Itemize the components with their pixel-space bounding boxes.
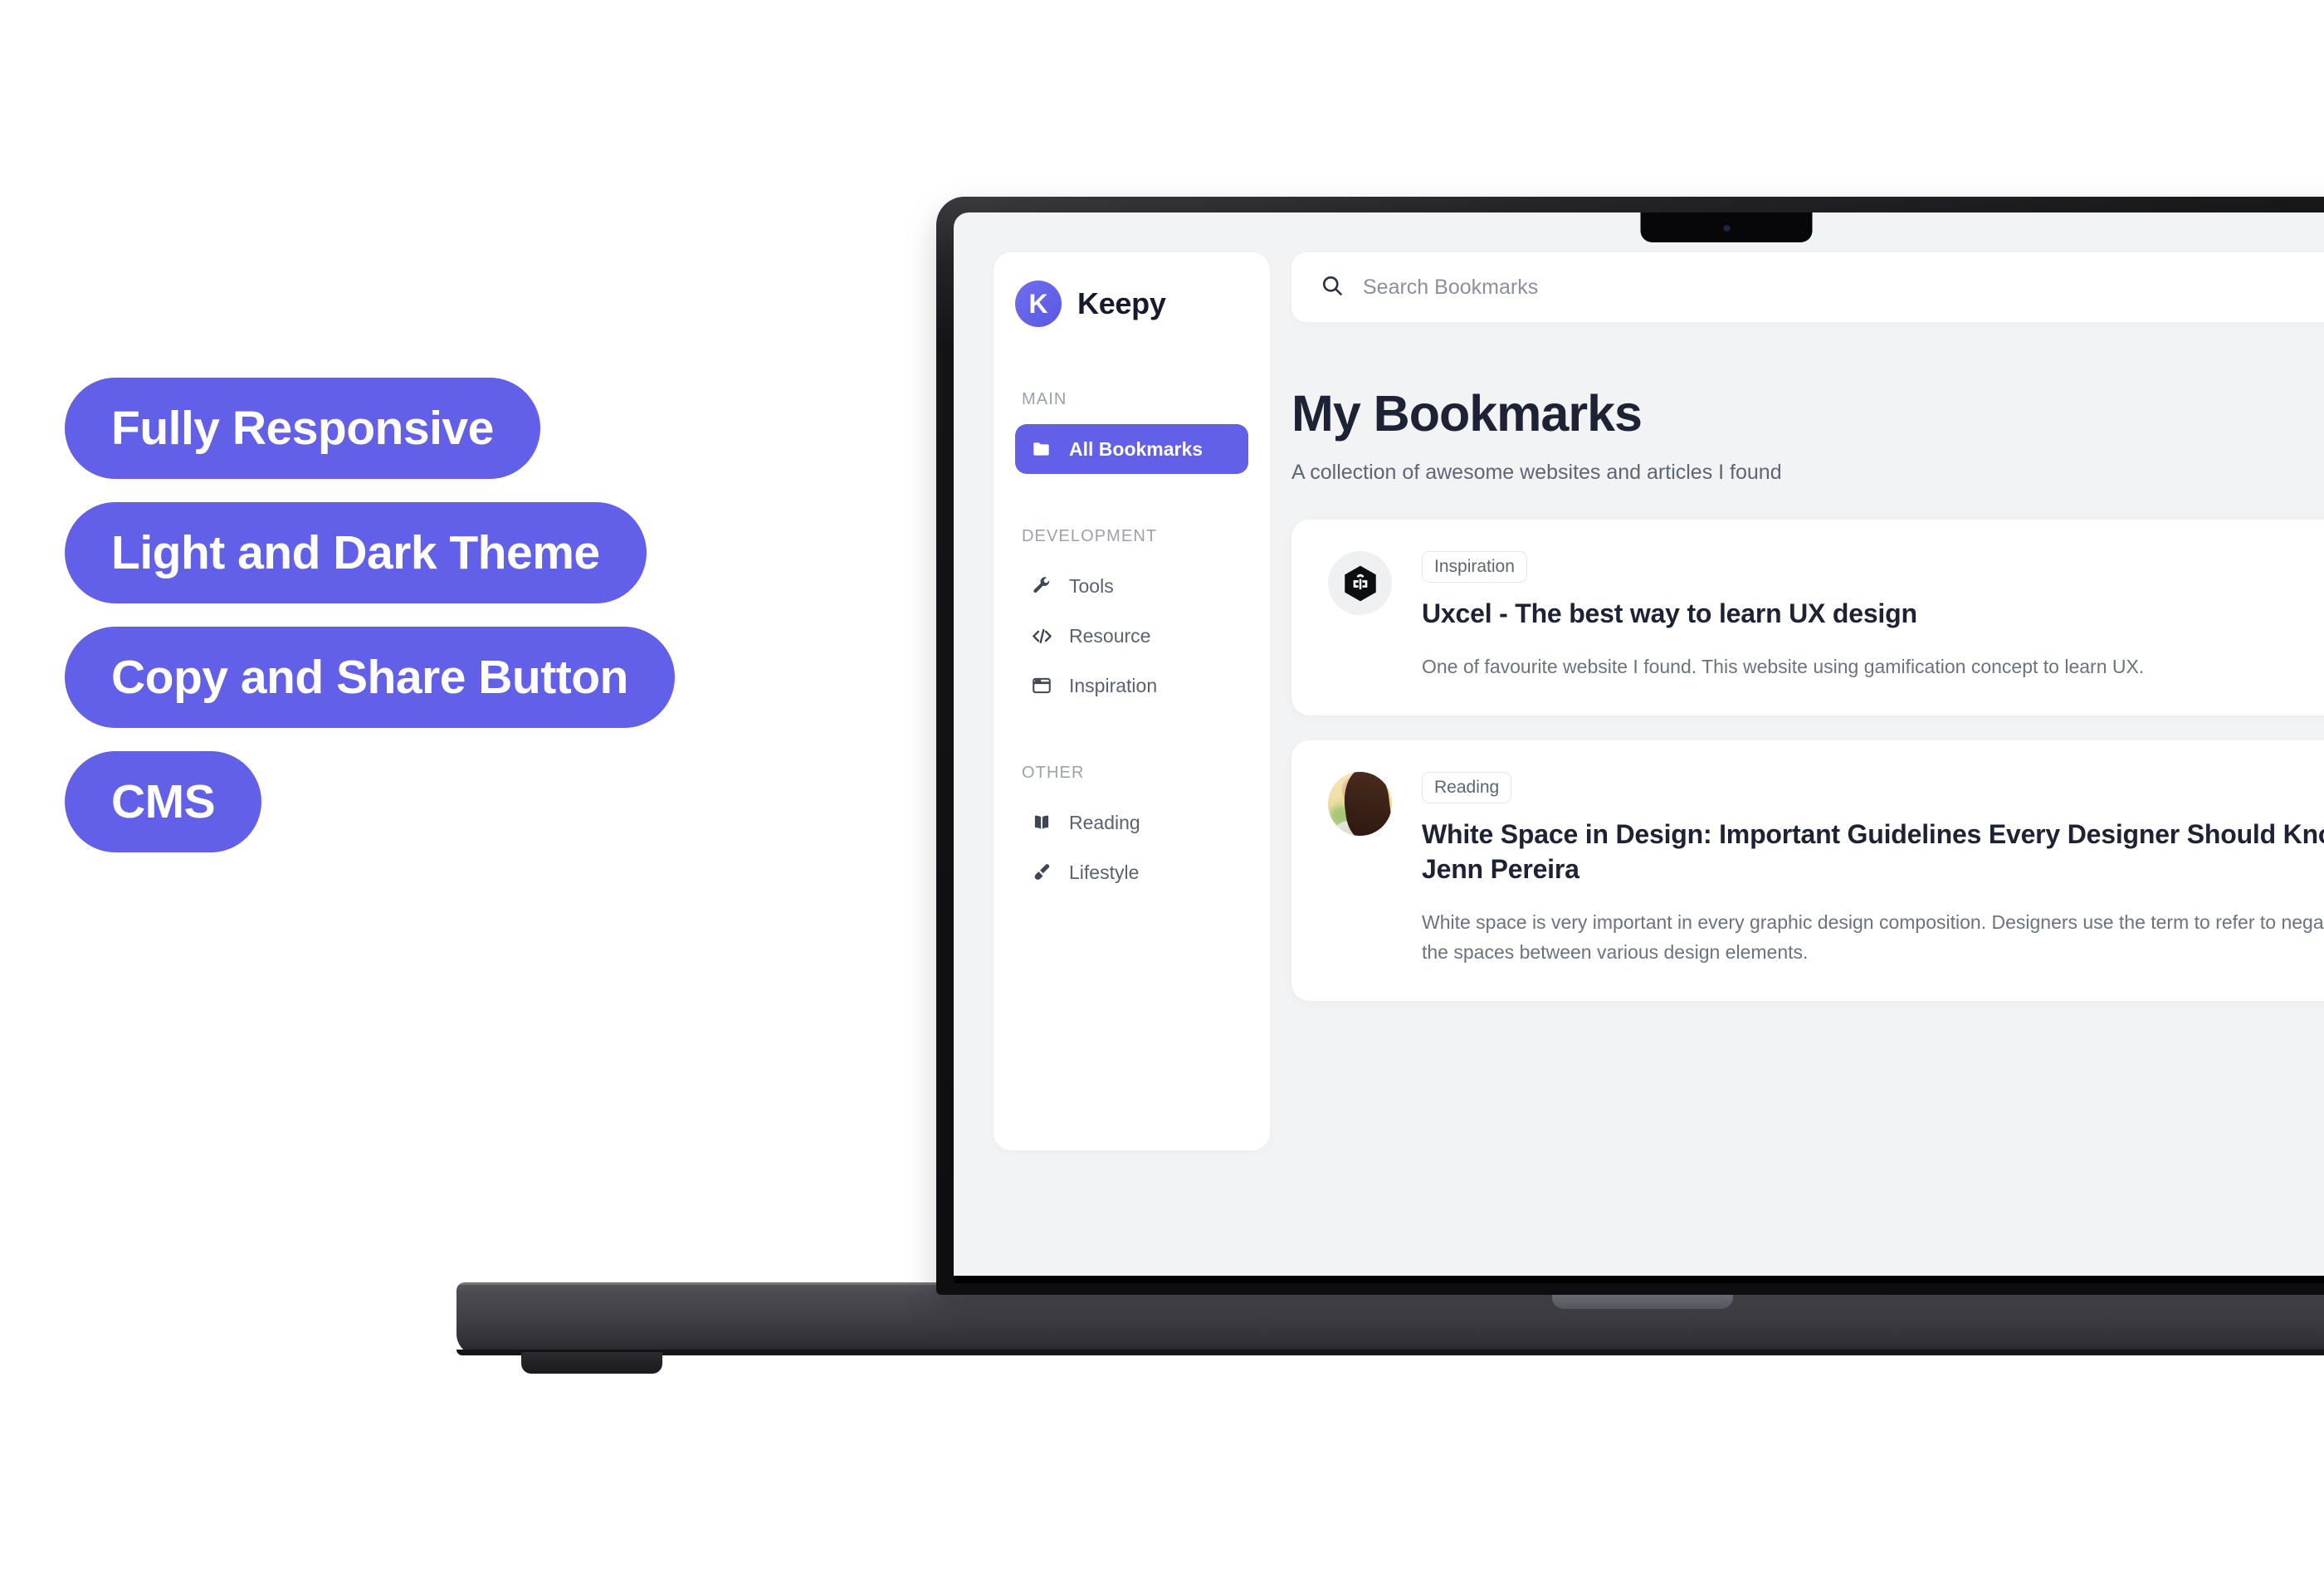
sidebar-item-lifestyle[interactable]: Lifestyle <box>1015 847 1248 897</box>
feature-pill: CMS <box>65 751 262 852</box>
nav-group-other: OTHER Reading Lifestyle <box>1015 764 1248 897</box>
bookmark-card-body: Reading White Space in Design: Important… <box>1422 771 2324 968</box>
nav-group-main: MAIN All Bookmarks <box>1015 390 1248 474</box>
bookmark-card-row: Inspiration Uxcel - The best way to lear… <box>1328 551 2324 682</box>
paintbrush-icon <box>1030 861 1053 884</box>
brand-name: Keepy <box>1077 286 1166 320</box>
search-bar[interactable]: Search Bookmarks <box>1291 252 2324 322</box>
wrench-icon <box>1030 574 1053 598</box>
nav-group-label: OTHER <box>1022 764 1085 782</box>
sidebar-item-all-bookmarks[interactable]: All Bookmarks <box>1015 424 1248 474</box>
sidebar-item-label: Reading <box>1069 811 1140 833</box>
feature-pill: Copy and Share Button <box>65 627 675 728</box>
author-avatar <box>1328 771 1392 836</box>
sidebar-item-label: Lifestyle <box>1069 861 1140 883</box>
keepy-app: K Keepy MAIN All Bookmarks DEVELOPMENT T… <box>954 212 2324 1276</box>
main-content: Search Bookmarks My Bookmarks A collecti… <box>1291 252 2324 1276</box>
feature-pill-list: Fully Responsive Light and Dark Theme Co… <box>65 378 675 852</box>
sidebar-item-label: Inspiration <box>1069 674 1158 696</box>
browser-window-icon <box>1030 674 1053 697</box>
avatar-photo-icon <box>1328 771 1392 836</box>
keepy-logo-icon: K <box>1015 281 1062 327</box>
open-book-icon <box>1030 811 1053 834</box>
nav-group-development: DEVELOPMENT Tools Resource Inspiration <box>1015 527 1248 710</box>
laptop-screen: K Keepy MAIN All Bookmarks DEVELOPMENT T… <box>954 212 2324 1276</box>
page-subtitle: A collection of awesome websites and art… <box>1291 461 1782 484</box>
laptop-bezel: K Keepy MAIN All Bookmarks DEVELOPMENT T… <box>954 212 2324 1283</box>
sidebar-item-label: All Bookmarks <box>1069 437 1204 460</box>
webcam-notch <box>1640 212 1813 242</box>
bookmark-card[interactable]: Reading White Space in Design: Important… <box>1291 740 2324 1001</box>
bookmark-description: White space is very important in every g… <box>1422 911 2324 963</box>
bookmark-tag: Reading <box>1422 771 1512 803</box>
sidebar-item-resource[interactable]: Resource <box>1015 611 1248 661</box>
feature-pill: Light and Dark Theme <box>65 502 647 603</box>
bookmark-card[interactable]: Inspiration Uxcel - The best way to lear… <box>1291 520 2324 715</box>
laptop-mockup: K Keepy MAIN All Bookmarks DEVELOPMENT T… <box>456 197 2324 1375</box>
code-icon <box>1030 624 1053 647</box>
bookmark-title[interactable]: White Space in Design: Important Guideli… <box>1422 817 2324 886</box>
bookmark-title[interactable]: Uxcel - The best way to learn UX design <box>1422 596 2324 631</box>
feature-pill: Fully Responsive <box>65 378 540 479</box>
nav-group-label: MAIN <box>1022 390 1067 408</box>
sidebar-item-reading[interactable]: Reading <box>1015 798 1248 847</box>
screenshot-root: Fully Responsive Light and Dark Theme Co… <box>0 0 2324 1577</box>
bookmark-card-body: Inspiration Uxcel - The best way to lear… <box>1422 551 2324 682</box>
sidebar: K Keepy MAIN All Bookmarks DEVELOPMENT T… <box>994 252 1270 1150</box>
laptop-base-shadow <box>456 1350 2324 1355</box>
folder-icon <box>1030 437 1053 461</box>
search-icon <box>1320 273 1345 302</box>
brand[interactable]: K Keepy <box>1015 281 1248 327</box>
avatar-hair <box>1340 771 1392 836</box>
sidebar-item-inspiration[interactable]: Inspiration <box>1015 661 1248 710</box>
search-input[interactable]: Search Bookmarks <box>1363 276 1538 300</box>
sidebar-item-tools[interactable]: Tools <box>1015 561 1248 611</box>
bookmark-description: One of favourite website I found. This w… <box>1422 656 2145 678</box>
nav-group-label: DEVELOPMENT <box>1022 527 1158 545</box>
page-title: My Bookmarks <box>1291 385 1643 442</box>
laptop-foot <box>521 1352 662 1374</box>
sidebar-item-label: Resource <box>1069 624 1151 647</box>
bookmark-card-row: Reading White Space in Design: Important… <box>1328 771 2324 968</box>
bookmark-tag: Inspiration <box>1422 551 1527 583</box>
uxcel-hexagon-logo-icon <box>1328 551 1392 615</box>
sidebar-item-label: Tools <box>1069 574 1114 597</box>
laptop-lid: K Keepy MAIN All Bookmarks DEVELOPMENT T… <box>936 197 2324 1295</box>
webcam-icon <box>1723 225 1730 232</box>
